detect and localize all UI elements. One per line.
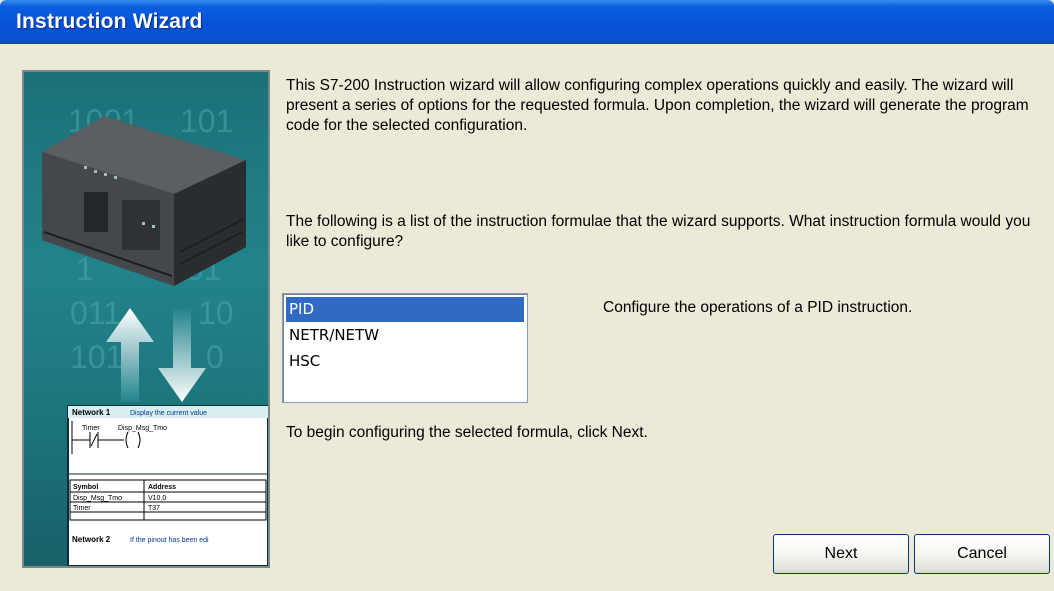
question-text: The following is a list of the instructi… [286,213,1031,250]
network-1-label: Network 1 [72,408,111,417]
hint-text: To begin configuring the selected formul… [286,424,648,441]
network-1-comment: Display the current value [130,410,207,417]
list-item-pid[interactable]: PID [286,297,524,322]
table-header-symbol: Symbol [73,484,98,491]
plc-device [42,116,246,286]
binary-text: 101 [180,103,233,139]
list-item-hsc[interactable]: HSC [286,349,524,374]
formula-description: Configure the operations of a PID instru… [603,299,913,316]
title-bar[interactable]: Instruction Wizard [0,0,1054,44]
table-cell: V10.0 [148,495,166,502]
binary-text: 011 [70,295,121,331]
list-item-netr-netw[interactable]: NETR/NETW [286,323,524,348]
network-2-label: Network 2 [72,535,111,544]
table-cell: T37 [148,505,160,512]
next-button[interactable]: Next [773,534,909,574]
coil-label: Disp_Msg_Tmo [118,425,167,432]
plc-illustration-svg: 1001 101 1 01 011 10 1011 0 [42,103,268,566]
table-header-address: Address [148,484,176,491]
data-exchange-arrows [106,308,206,402]
cancel-button[interactable]: Cancel [914,534,1050,574]
window-title: Instruction Wizard [16,10,203,33]
wizard-illustration: 1001 101 1 01 011 10 1011 0 [22,70,270,568]
table-cell: Timer [73,505,91,512]
contact-label: Timer [82,425,100,432]
ladder-diagram: Network 1 Display the current value Time… [67,405,268,566]
table-cell: Disp_Msg_Tmo [73,495,122,502]
network-2-comment: If the pinout has been edi [130,537,209,544]
formula-listbox[interactable]: PID NETR/NETW HSC [282,293,528,403]
intro-text: This S7-200 Instruction wizard will allo… [286,77,1029,134]
binary-text: 10 [198,295,234,331]
binary-text: 0 [206,339,224,375]
